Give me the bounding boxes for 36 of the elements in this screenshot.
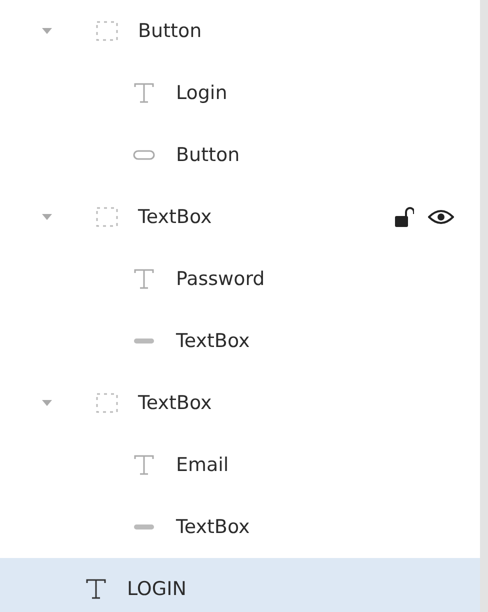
text-icon bbox=[133, 82, 155, 104]
layer-name: Login bbox=[176, 82, 228, 104]
lock-icon[interactable] bbox=[394, 206, 414, 228]
layer-row[interactable]: Email bbox=[0, 434, 480, 496]
layer-name: Button bbox=[176, 144, 240, 166]
text-icon bbox=[133, 454, 155, 476]
caret-icon[interactable] bbox=[42, 399, 52, 407]
layer-name: TextBox bbox=[176, 330, 250, 352]
caret-icon[interactable] bbox=[42, 213, 52, 221]
layer-row[interactable]: Button bbox=[0, 124, 480, 186]
layer-name: LOGIN bbox=[127, 578, 186, 600]
frame-icon bbox=[96, 393, 118, 413]
layer-row[interactable]: TextBox bbox=[0, 186, 480, 248]
pill-icon bbox=[133, 150, 155, 160]
layer-row[interactable]: Password bbox=[0, 248, 480, 310]
layer-row[interactable]: LOGIN bbox=[0, 558, 480, 612]
layer-name: Email bbox=[176, 454, 229, 476]
bar-icon bbox=[133, 524, 155, 530]
layer-name: Button bbox=[138, 20, 202, 42]
layer-name: TextBox bbox=[138, 206, 212, 228]
eye-icon[interactable] bbox=[428, 209, 454, 225]
text-icon bbox=[133, 268, 155, 290]
frame-icon bbox=[96, 21, 118, 41]
layer-row[interactable]: TextBox bbox=[0, 496, 480, 558]
layer-row[interactable]: Login bbox=[0, 62, 480, 124]
frame-icon bbox=[96, 207, 118, 227]
text-icon bbox=[85, 578, 107, 600]
layer-name: TextBox bbox=[176, 516, 250, 538]
layer-name: Password bbox=[176, 268, 265, 290]
bar-icon bbox=[133, 338, 155, 344]
layer-row[interactable]: TextBox bbox=[0, 310, 480, 372]
caret-icon[interactable] bbox=[42, 27, 52, 35]
layer-name: TextBox bbox=[138, 392, 212, 414]
layer-row[interactable]: TextBox bbox=[0, 372, 480, 434]
layer-row[interactable]: Button bbox=[0, 0, 480, 62]
scrollbar[interactable] bbox=[480, 0, 488, 612]
